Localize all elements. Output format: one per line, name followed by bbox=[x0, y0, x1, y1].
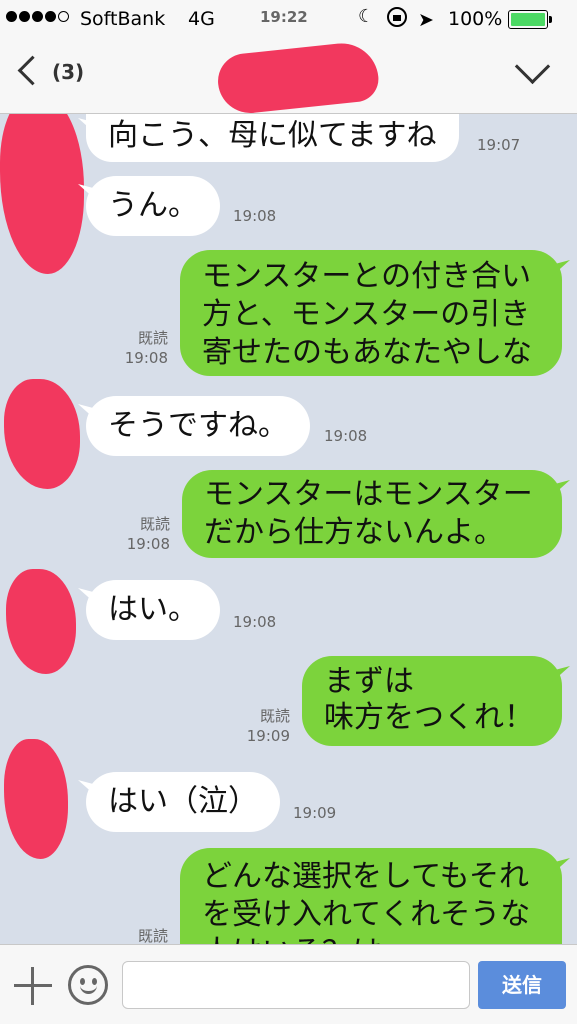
clock: 19:22 bbox=[260, 8, 308, 26]
plus-icon[interactable] bbox=[14, 967, 52, 1005]
incoming-message[interactable]: はい（泣） bbox=[86, 772, 280, 832]
incoming-message[interactable]: はい。 bbox=[86, 580, 220, 640]
incoming-message[interactable]: 向こう、母に似てますね bbox=[86, 114, 459, 162]
send-button[interactable]: 送信 bbox=[478, 961, 566, 1009]
avatar bbox=[0, 114, 84, 274]
outgoing-message[interactable]: まずは 味方をつくれ！ bbox=[302, 656, 562, 746]
message-time: 19:08 bbox=[324, 427, 368, 445]
message-text: そうですね。 bbox=[108, 408, 288, 443]
read-label: 既読 bbox=[137, 329, 168, 347]
chat-name-redaction bbox=[215, 39, 381, 117]
message-line: モンスターとの付き合い bbox=[202, 259, 532, 294]
incoming-message[interactable]: そうですね。 bbox=[86, 396, 310, 456]
message-time: 19:08 bbox=[233, 613, 277, 631]
message-input[interactable] bbox=[122, 961, 470, 1009]
outgoing-message[interactable]: モンスターとの付き合い 方と、モンスターの引き 寄せたのもあなたやしな bbox=[180, 250, 562, 376]
read-label: 既読 bbox=[137, 927, 168, 944]
status-bar: SoftBank 4G 19:22 ☾ ➤ 100% bbox=[0, 0, 577, 38]
avatar bbox=[6, 569, 76, 674]
avatar bbox=[4, 739, 68, 859]
message-text: うん。 bbox=[108, 188, 198, 223]
message-line: 味方をつくれ！ bbox=[324, 700, 534, 735]
message-line: を受け入れてくれそうな bbox=[202, 897, 531, 932]
message-line: 寄せたのもあなたやしな bbox=[202, 335, 532, 370]
read-label: 既読 bbox=[259, 707, 290, 725]
outgoing-message[interactable]: モンスターはモンスター だから仕方ないんよ。 bbox=[182, 470, 562, 558]
back-icon[interactable] bbox=[8, 50, 44, 94]
message-line: 人はいる？は bbox=[202, 934, 540, 944]
incoming-message[interactable]: うん。 bbox=[86, 176, 220, 236]
message-line: 方と、モンスターの引き bbox=[202, 297, 531, 332]
location-icon: ➤ bbox=[418, 9, 434, 31]
message-time: 19:09 bbox=[293, 804, 337, 822]
avatar bbox=[4, 379, 80, 489]
moon-icon: ☾ bbox=[358, 6, 375, 27]
message-line: まずは bbox=[324, 664, 414, 699]
message-line: どんな選択をしてもそれ bbox=[202, 859, 529, 894]
carrier-name: SoftBank bbox=[80, 8, 166, 30]
battery-icon bbox=[508, 10, 552, 29]
read-receipt: 既読 19:08 bbox=[118, 328, 168, 368]
input-bar: 送信 bbox=[0, 944, 577, 1024]
read-label: 既読 bbox=[139, 515, 170, 533]
message-time: 19:08 bbox=[233, 207, 277, 225]
message-text: はい（泣） bbox=[108, 784, 258, 819]
message-time: 19:09 bbox=[246, 727, 290, 745]
signal-icon bbox=[6, 11, 69, 22]
message-text: はい。 bbox=[108, 592, 198, 627]
battery-percent: 100% bbox=[448, 8, 503, 30]
chevron-down-icon[interactable] bbox=[508, 50, 558, 90]
smiley-icon[interactable] bbox=[68, 965, 108, 1005]
member-count: (3) bbox=[52, 60, 85, 84]
read-receipt: 既読 19:09 bbox=[240, 706, 290, 746]
message-time: 19:08 bbox=[124, 349, 168, 367]
message-time: 19:07 bbox=[477, 136, 521, 154]
chat-header: (3) bbox=[0, 38, 577, 117]
message-line: だから仕方ないんよ。 bbox=[204, 515, 504, 550]
message-text: 向こう、母に似てますね bbox=[108, 118, 437, 153]
network-type: 4G bbox=[188, 8, 215, 30]
rotation-lock-icon bbox=[387, 7, 407, 27]
message-time: 19:08 bbox=[126, 535, 170, 553]
read-receipt: 既読 bbox=[118, 926, 168, 944]
message-list[interactable]: 向こう、母に似てますね 19:07 うん。 19:08 既読 19:08 モンス… bbox=[0, 114, 577, 944]
outgoing-message[interactable]: どんな選択をしてもそれ を受け入れてくれそうな 人はいる？は bbox=[180, 848, 562, 944]
read-receipt: 既読 19:08 bbox=[120, 514, 170, 554]
message-line: モンスターはモンスター bbox=[204, 477, 533, 512]
